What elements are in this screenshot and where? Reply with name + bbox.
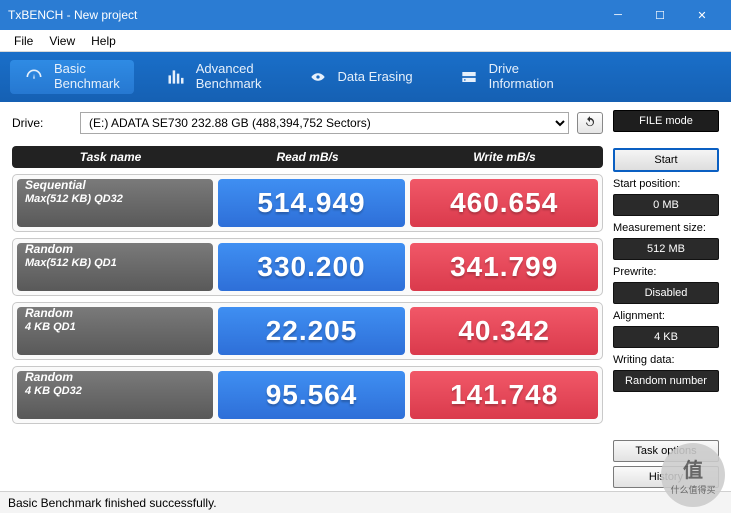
watermark: 值 什么值得买 bbox=[661, 443, 725, 507]
startpos-value[interactable]: 0 MB bbox=[613, 194, 719, 216]
write-cell: 40.342 bbox=[410, 307, 598, 355]
maximize-button[interactable]: ☐ bbox=[639, 0, 681, 30]
read-cell: 95.564 bbox=[218, 371, 406, 419]
refresh-button[interactable] bbox=[577, 112, 603, 134]
menu-help[interactable]: Help bbox=[83, 32, 124, 50]
gauge-icon bbox=[24, 67, 44, 87]
wdata-value[interactable]: Random number bbox=[613, 370, 719, 392]
startpos-label: Start position: bbox=[613, 178, 719, 190]
meassize-label: Measurement size: bbox=[613, 222, 719, 234]
drive-select[interactable]: (E:) ADATA SE730 232.88 GB (488,394,752 … bbox=[80, 112, 569, 134]
tab-label: BasicBenchmark bbox=[54, 62, 120, 92]
read-cell: 330.200 bbox=[218, 243, 406, 291]
tab-drive-information[interactable]: DriveInformation bbox=[445, 60, 568, 94]
header-task: Task name bbox=[12, 146, 209, 168]
filemode-button[interactable]: FILE mode bbox=[613, 110, 719, 132]
read-cell: 514.949 bbox=[218, 179, 406, 227]
tab-label: DriveInformation bbox=[489, 62, 554, 92]
minimize-button[interactable]: ─ bbox=[597, 0, 639, 30]
column-headers: Task name Read mB/s Write mB/s bbox=[12, 146, 603, 168]
table-row: Random4 KB QD1 22.205 40.342 bbox=[12, 302, 603, 360]
tab-basic-benchmark[interactable]: BasicBenchmark bbox=[10, 60, 134, 94]
table-row: Random4 KB QD32 95.564 141.748 bbox=[12, 366, 603, 424]
tab-label: Data Erasing bbox=[338, 70, 413, 85]
drive-row: Drive: (E:) ADATA SE730 232.88 GB (488,3… bbox=[12, 112, 603, 134]
align-label: Alignment: bbox=[613, 310, 719, 322]
tab-label: AdvancedBenchmark bbox=[196, 62, 262, 92]
refresh-icon bbox=[583, 115, 597, 132]
titlebar: TxBENCH - New project ─ ☐ ✕ bbox=[0, 0, 731, 30]
table-row: RandomMax(512 KB) QD1 330.200 341.799 bbox=[12, 238, 603, 296]
menu-view[interactable]: View bbox=[41, 32, 83, 50]
menubar: File View Help bbox=[0, 30, 731, 52]
start-button[interactable]: Start bbox=[613, 148, 719, 172]
side-panel: FILE mode Start Start position: 0 MB Mea… bbox=[613, 112, 719, 488]
erase-icon bbox=[308, 67, 328, 87]
header-read: Read mB/s bbox=[209, 146, 406, 168]
drive-icon bbox=[459, 67, 479, 87]
bars-icon bbox=[166, 67, 186, 87]
prewrite-label: Prewrite: bbox=[613, 266, 719, 278]
drive-label: Drive: bbox=[12, 116, 72, 130]
window-title: TxBENCH - New project bbox=[8, 8, 597, 22]
meassize-value[interactable]: 512 MB bbox=[613, 238, 719, 260]
write-cell: 141.748 bbox=[410, 371, 598, 419]
prewrite-value[interactable]: Disabled bbox=[613, 282, 719, 304]
tabbar: BasicBenchmark AdvancedBenchmark Data Er… bbox=[0, 52, 731, 102]
read-cell: 22.205 bbox=[218, 307, 406, 355]
task-name-cell: Random4 KB QD32 bbox=[17, 371, 213, 419]
menu-file[interactable]: File bbox=[6, 32, 41, 50]
close-button[interactable]: ✕ bbox=[681, 0, 723, 30]
tab-data-erasing[interactable]: Data Erasing bbox=[294, 60, 427, 94]
task-name-cell: Random4 KB QD1 bbox=[17, 307, 213, 355]
task-name-cell: SequentialMax(512 KB) QD32 bbox=[17, 179, 213, 227]
write-cell: 341.799 bbox=[410, 243, 598, 291]
align-value[interactable]: 4 KB bbox=[613, 326, 719, 348]
write-cell: 460.654 bbox=[410, 179, 598, 227]
wdata-label: Writing data: bbox=[613, 354, 719, 366]
task-name-cell: RandomMax(512 KB) QD1 bbox=[17, 243, 213, 291]
table-row: SequentialMax(512 KB) QD32 514.949 460.6… bbox=[12, 174, 603, 232]
status-bar: Basic Benchmark finished successfully. bbox=[0, 491, 731, 513]
tab-advanced-benchmark[interactable]: AdvancedBenchmark bbox=[152, 60, 276, 94]
header-write: Write mB/s bbox=[406, 146, 603, 168]
